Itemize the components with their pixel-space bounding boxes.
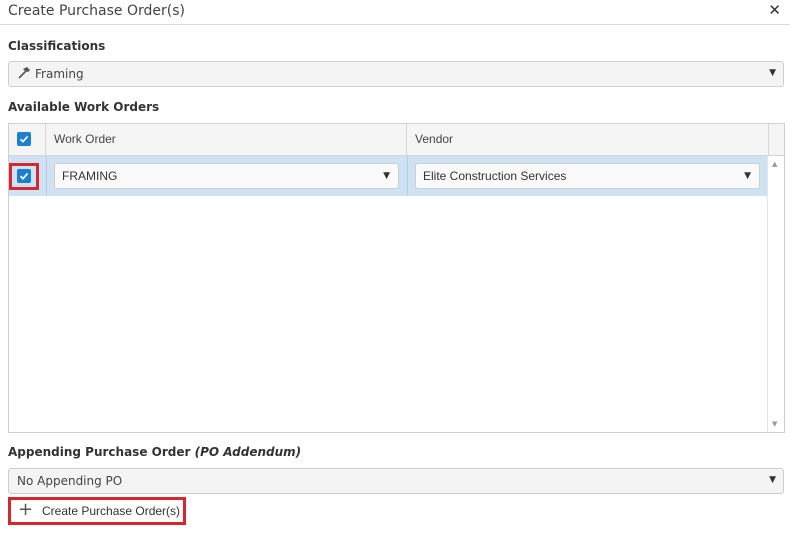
- column-header-work-order-label: Work Order: [54, 132, 116, 146]
- appending-po-select[interactable]: No Appending PO ▼: [8, 468, 784, 494]
- grid-scrollbar[interactable]: ▲ ▼: [767, 156, 784, 432]
- grid-header: Work Order Vendor: [9, 124, 784, 156]
- classifications-value-wrap: Framing: [17, 67, 84, 81]
- chevron-down-icon: ▼: [744, 171, 751, 181]
- appending-po-value: No Appending PO: [17, 474, 123, 488]
- checkmark-icon: [19, 172, 29, 180]
- work-orders-grid: Work Order Vendor FRAMING ▼ Elite Constr…: [8, 123, 785, 433]
- row-divider: [46, 156, 47, 196]
- classifications-label: Classifications: [8, 39, 106, 53]
- row-divider: [407, 156, 408, 196]
- scroll-up-icon[interactable]: ▲: [772, 160, 777, 168]
- dialog-title: Create Purchase Order(s): [8, 3, 185, 19]
- work-orders-label: Available Work Orders: [8, 100, 160, 114]
- column-header-vendor-label: Vendor: [415, 132, 454, 146]
- hammer-icon: [17, 67, 31, 79]
- checkmark-icon: [19, 135, 29, 143]
- vendor-select[interactable]: Elite Construction Services ▼: [415, 163, 760, 189]
- dialog-titlebar: Create Purchase Order(s) ✕: [0, 0, 790, 25]
- header-checkbox-cell: [9, 124, 46, 155]
- column-header-vendor[interactable]: Vendor: [407, 124, 769, 155]
- classifications-value: Framing: [35, 67, 84, 81]
- scroll-down-icon[interactable]: ▼: [772, 420, 777, 428]
- create-purchase-orders-button[interactable]: + Create Purchase Order(s): [10, 499, 183, 523]
- vendor-value: Elite Construction Services: [423, 169, 567, 183]
- chevron-down-icon: ▼: [383, 171, 390, 181]
- select-all-checkbox[interactable]: [17, 132, 31, 146]
- close-icon[interactable]: ✕: [768, 1, 781, 19]
- appending-po-label-text: Appending Purchase Order: [8, 445, 191, 459]
- work-order-value: FRAMING: [62, 169, 118, 183]
- create-purchase-orders-label: Create Purchase Order(s): [42, 504, 181, 518]
- plus-icon: +: [18, 499, 34, 520]
- table-row[interactable]: FRAMING ▼ Elite Construction Services ▼: [9, 156, 767, 196]
- column-header-work-order[interactable]: Work Order: [46, 124, 407, 155]
- classifications-select[interactable]: Framing ▼: [8, 61, 784, 87]
- work-order-select[interactable]: FRAMING ▼: [54, 163, 399, 189]
- chevron-down-icon: ▼: [769, 68, 776, 78]
- appending-po-label: Appending Purchase Order (PO Addendum): [8, 445, 301, 459]
- chevron-down-icon: ▼: [769, 475, 776, 485]
- appending-po-label-italic: (PO Addendum): [194, 445, 302, 459]
- row-checkbox[interactable]: [17, 169, 31, 183]
